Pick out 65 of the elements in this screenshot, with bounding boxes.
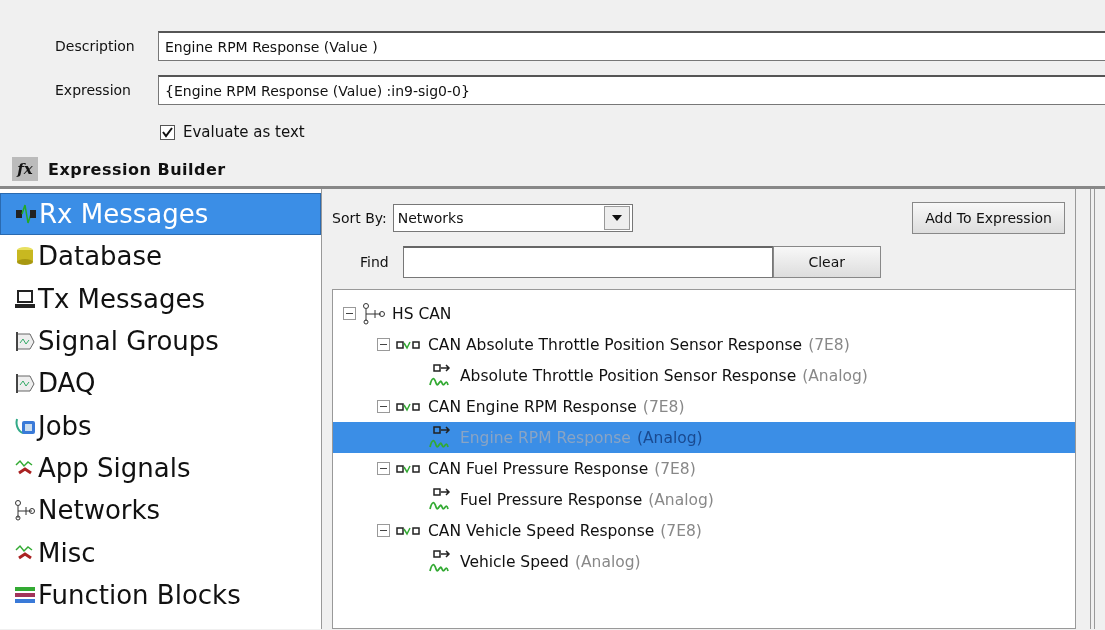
clear-button[interactable]: Clear: [772, 246, 881, 278]
tree-item-type: (Analog): [636, 428, 703, 447]
tree-item-type: (Analog): [574, 552, 641, 571]
collapse-icon[interactable]: [377, 338, 390, 351]
find-label: Find: [360, 254, 389, 270]
checkbox-label: Evaluate as text: [183, 123, 305, 141]
checkbox[interactable]: [160, 124, 175, 140]
tree-item-label: Absolute Throttle Position Sensor Response: [460, 366, 797, 385]
collapse-icon[interactable]: [343, 307, 356, 320]
flag-icon: [14, 330, 36, 353]
tree-item[interactable]: CAN Absolute Throttle Position Sensor Response (7E8): [333, 329, 1075, 360]
tree-item-label: CAN Vehicle Speed Response: [428, 521, 655, 540]
tree-item-type: (Analog): [648, 490, 714, 509]
computer-icon: [14, 287, 36, 310]
tree-item-label: Vehicle Speed: [460, 552, 569, 571]
tree-item-type: (7E8): [642, 397, 685, 416]
category-item[interactable]: DAQ: [0, 362, 321, 405]
category-item[interactable]: Signal Groups: [0, 319, 321, 363]
tree-item-type: (7E8): [654, 459, 696, 478]
flag-icon: [14, 372, 36, 395]
network-icon: [14, 499, 36, 522]
function-icon: fx: [12, 157, 38, 181]
signal-trace-icon: [15, 203, 37, 226]
message-icon: [396, 462, 422, 475]
tree-item-label: CAN Fuel Pressure Response: [428, 459, 649, 478]
tree-item[interactable]: HS CAN: [333, 298, 1075, 329]
add-to-expression-button[interactable]: Add To Expression: [912, 202, 1065, 234]
sort-dropdown[interactable]: Networks: [392, 204, 633, 232]
category-item[interactable]: Misc: [0, 531, 321, 574]
collapse-icon[interactable]: [377, 462, 390, 475]
expression-field[interactable]: {Engine RPM Response (Value) :in9-sig0-0}: [158, 75, 1105, 105]
find-field[interactable]: [402, 246, 773, 278]
category-item[interactable]: Database: [0, 235, 321, 278]
tree-item-type: (7E8): [808, 335, 850, 354]
tree-item[interactable]: CAN Engine RPM Response (7E8): [333, 391, 1075, 422]
tree-item[interactable]: Vehicle Speed (Analog): [333, 546, 1075, 577]
category-item[interactable]: Function Blocks: [0, 573, 321, 616]
category-item[interactable]: Tx Messages: [0, 277, 321, 320]
message-icon: [396, 338, 422, 351]
field-label: Description: [54, 38, 136, 54]
description-field[interactable]: Engine RPM Response (Value ): [158, 31, 1105, 61]
collapse-icon[interactable]: [377, 400, 390, 413]
category-item[interactable]: Networks: [0, 489, 321, 532]
tree-item-label: HS CAN: [392, 304, 452, 323]
section-title: Expression Builder: [48, 159, 226, 179]
sort-label: Sort By:: [332, 210, 387, 226]
tree-item-label: CAN Absolute Throttle Position Sensor Response: [428, 335, 803, 354]
category-item[interactable]: App Signals: [0, 446, 321, 490]
network-icon: [362, 302, 386, 325]
tree-item[interactable]: CAN Vehicle Speed Response (7E8): [333, 515, 1075, 546]
message-icon: [396, 524, 422, 537]
tree-item-label: Engine RPM Response: [460, 428, 631, 447]
database-icon: [14, 245, 36, 268]
tree-item[interactable]: Absolute Throttle Position Sensor Response (Analog): [333, 360, 1075, 391]
dropdown-caret-icon[interactable]: [603, 206, 630, 230]
tree-item[interactable]: Fuel Pressure Response (Analog): [333, 484, 1075, 515]
message-icon: [396, 400, 422, 413]
tree-item-label: Fuel Pressure Response: [460, 490, 643, 509]
tree-item-label: CAN Engine RPM Response: [428, 397, 637, 416]
collapse-icon[interactable]: [377, 524, 390, 537]
field-label: Expression: [54, 82, 132, 98]
category-item[interactable]: Jobs: [0, 404, 321, 447]
tree-item-type: (Analog): [802, 366, 868, 385]
tree-item-type: (7E8): [660, 521, 702, 540]
tree-item[interactable]: CAN Fuel Pressure Response (7E8): [333, 453, 1075, 484]
